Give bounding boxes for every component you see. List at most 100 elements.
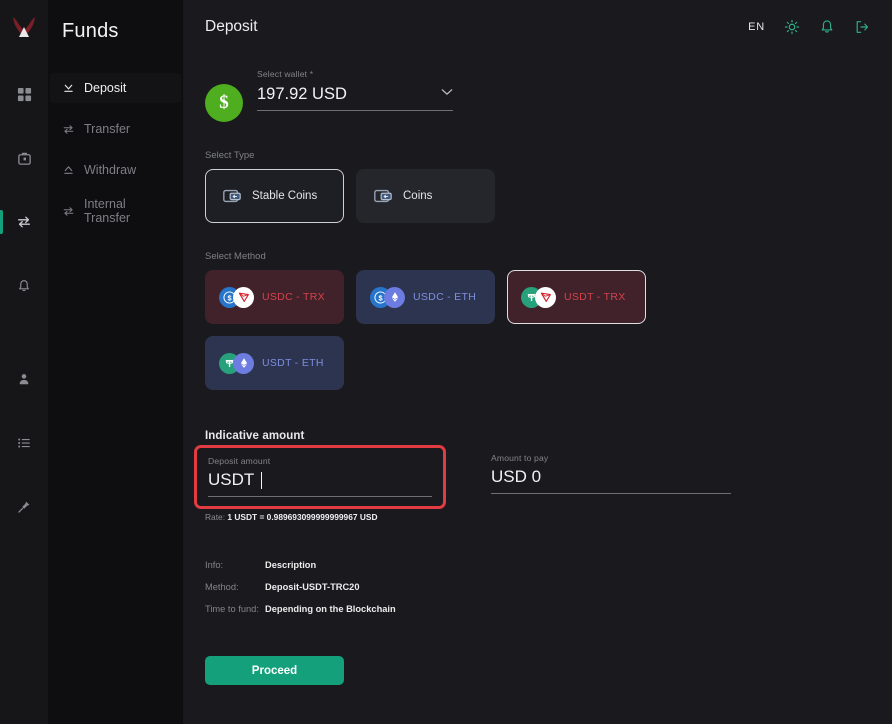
- method-option-usdt-trx[interactable]: USDT - TRX: [507, 270, 646, 324]
- sidebar-item-label: Deposit: [84, 81, 127, 95]
- wallet-icon: [374, 189, 392, 203]
- amount-to-pay-value: USD 0: [491, 467, 731, 494]
- rate-key: Rate:: [205, 512, 226, 522]
- deposit-amount-field[interactable]: Deposit amount USDT: [194, 445, 446, 509]
- method-option-label: USDC - TRX: [262, 291, 325, 303]
- chevron-down-icon[interactable]: [441, 83, 453, 101]
- upload-icon: [64, 165, 73, 174]
- tron-icon: [233, 286, 254, 308]
- bell-icon: [821, 20, 833, 33]
- rail-item-list: [0, 66, 48, 531]
- coin-pair: [521, 286, 556, 308]
- transfer-icon: [18, 216, 30, 228]
- sidebar-nav: Deposit Transfer Withdraw Internal Trans…: [48, 73, 183, 226]
- wallet-select[interactable]: 197.92 USD: [257, 83, 453, 111]
- type-option-label: Stable Coins: [252, 190, 318, 202]
- rate-text: Rate: 1 USDT = 0.989693099999999967 USD: [205, 512, 892, 522]
- info-value: Deposit-USDT-TRC20: [265, 582, 360, 592]
- app-logo[interactable]: [0, 4, 48, 52]
- sidebar-item-internal-transfer[interactable]: Internal Transfer: [50, 196, 181, 226]
- method-option-list: $ USDC - TRX $ USDC - ETH USDT - TRX USD…: [205, 270, 668, 390]
- pin-icon: [18, 501, 30, 513]
- sun-icon: [784, 19, 800, 35]
- wallet-field: Select wallet * 197.92 USD: [257, 69, 453, 111]
- method-option-usdt-eth[interactable]: USDT - ETH: [205, 336, 344, 390]
- notifications-button[interactable]: [819, 19, 835, 35]
- info-value: Description: [265, 560, 317, 570]
- deposit-amount-label: Deposit amount: [208, 456, 271, 466]
- info-key: Method:: [205, 582, 239, 592]
- topbar-actions: EN: [748, 19, 870, 35]
- wallet-currency-badge: $: [205, 84, 243, 122]
- table-row: Time to fund: Depending on the Blockchai…: [205, 604, 892, 614]
- method-option-label: USDT - TRX: [564, 291, 626, 303]
- sidebar-item-deposit[interactable]: Deposit: [50, 73, 181, 103]
- bell-icon: [19, 280, 29, 292]
- icon-rail: [0, 0, 48, 724]
- type-option-label: Coins: [403, 190, 433, 202]
- coin-pair: [219, 352, 254, 374]
- select-type-label: Select Type: [205, 150, 255, 161]
- info-value: Depending on the Blockchain: [265, 604, 396, 614]
- amount-to-pay-label: Amount to pay: [491, 453, 549, 463]
- rail-item-wallet[interactable]: [0, 134, 48, 182]
- type-option-stable-coins[interactable]: Stable Coins: [205, 169, 344, 223]
- table-row: Method: Deposit-USDT-TRC20: [205, 582, 892, 592]
- select-wallet-label: Select wallet *: [257, 69, 314, 79]
- deposit-amount-input[interactable]: USDT: [208, 470, 432, 497]
- tron-icon: [535, 286, 556, 308]
- coin-pair: $: [370, 286, 405, 308]
- info-key: Info:: [205, 560, 224, 570]
- topbar-title: Deposit: [205, 18, 258, 35]
- select-method-label: Select Method: [205, 251, 266, 262]
- svg-text:$: $: [227, 293, 232, 302]
- sidebar-item-withdraw[interactable]: Withdraw: [50, 155, 181, 185]
- sidebar-item-label: Internal Transfer: [84, 197, 131, 225]
- briefcase-icon: [17, 152, 31, 165]
- proceed-button[interactable]: Proceed: [205, 656, 344, 685]
- page-title: Funds: [62, 20, 119, 42]
- amount-to-pay-field: Amount to pay USD 0: [491, 453, 731, 500]
- sidebar-item-label: Withdraw: [84, 163, 137, 177]
- sidebar-item-label: Transfer: [84, 122, 131, 136]
- method-option-label: USDC - ETH: [413, 291, 477, 303]
- deposit-form: $ Select wallet * 197.92 USD Select Type…: [184, 54, 892, 724]
- ethereum-icon: [384, 286, 405, 308]
- wallet-value: 197.92 USD: [257, 85, 347, 103]
- exchange-icon: [63, 206, 74, 216]
- person-icon: [19, 374, 29, 385]
- rail-item-profile[interactable]: [0, 355, 48, 403]
- amount-row: Deposit amount USDT Amount to pay USD 0: [194, 445, 892, 509]
- ethereum-icon: [233, 352, 254, 374]
- logout-icon: [856, 21, 869, 33]
- language-selector[interactable]: EN: [748, 21, 765, 33]
- active-indicator: [0, 210, 3, 234]
- sidebar-item-transfer[interactable]: Transfer: [50, 114, 181, 144]
- sidebar: Funds Deposit Transfer Withdraw Internal…: [48, 0, 184, 724]
- topbar: Deposit EN: [184, 0, 892, 54]
- method-option-label: USDT - ETH: [262, 357, 324, 369]
- rail-item-dashboard[interactable]: [0, 70, 48, 118]
- deposit-amount-value: USDT: [208, 470, 255, 489]
- rail-item-orders[interactable]: [0, 419, 48, 467]
- info-key: Time to fund:: [205, 604, 259, 614]
- info-table: Info: Description Method: Deposit-USDT-T…: [205, 560, 892, 614]
- coin-pair: $: [219, 286, 254, 308]
- type-option-coins[interactable]: Coins: [356, 169, 495, 223]
- logout-button[interactable]: [854, 19, 870, 35]
- rail-item-support[interactable]: [0, 483, 48, 531]
- rail-item-funds[interactable]: [0, 198, 48, 246]
- method-option-usdc-eth[interactable]: $ USDC - ETH: [356, 270, 495, 324]
- method-option-usdc-trx[interactable]: $ USDC - TRX: [205, 270, 344, 324]
- rail-item-alerts[interactable]: [0, 262, 48, 310]
- theme-toggle-button[interactable]: [784, 19, 800, 35]
- indicative-amount-title: Indicative amount: [205, 430, 305, 442]
- type-option-list: Stable Coins Coins: [205, 169, 892, 223]
- svg-text:$: $: [378, 293, 383, 302]
- list-icon: [18, 438, 30, 448]
- select-type-section: Select Type Stable Coins Coins: [205, 150, 892, 223]
- grid-icon: [17, 87, 31, 101]
- select-method-section: Select Method $ USDC - TRX $ USDC - ETH …: [205, 251, 892, 390]
- main-panel: Deposit EN $ Select wallet * 197.92 USD …: [184, 0, 892, 724]
- download-icon: [64, 84, 73, 92]
